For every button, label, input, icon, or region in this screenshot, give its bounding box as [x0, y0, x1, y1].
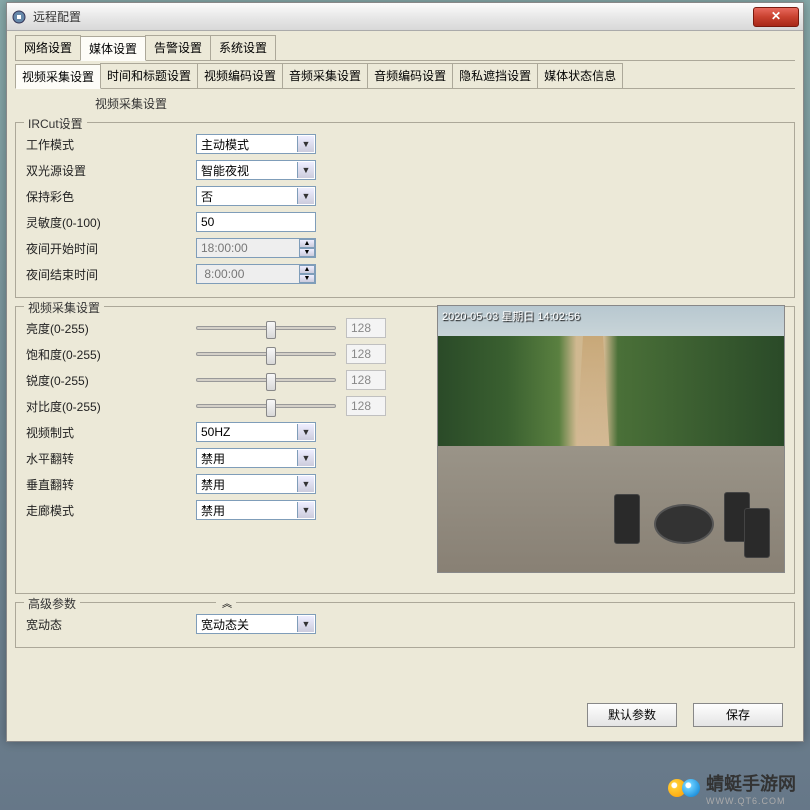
- collapse-toggle-icon[interactable]: ︽: [216, 595, 236, 610]
- contrast-slider[interactable]: [196, 404, 336, 408]
- sensitivity-input[interactable]: [196, 212, 316, 232]
- sub-tabs: 视频采集设置 时间和标题设置 视频编码设置 音频采集设置 音频编码设置 隐私遮挡…: [15, 63, 795, 89]
- ircut-group: IRCut设置 工作模式 双光源设置 保持彩色 灵敏度(0-100) 夜间开始时…: [15, 122, 795, 298]
- night-start-label: 夜间开始时间: [26, 240, 196, 257]
- dual-light-label: 双光源设置: [26, 162, 196, 179]
- advanced-group-title: 高级参数: [24, 595, 80, 612]
- saturation-value: [346, 344, 386, 364]
- hflip-label: 水平翻转: [26, 450, 196, 467]
- titlebar: 远程配置 ✕: [7, 3, 803, 31]
- corridor-label: 走廊模式: [26, 502, 196, 519]
- standard-label: 视频制式: [26, 424, 196, 441]
- saturation-slider[interactable]: [196, 352, 336, 356]
- night-end-input[interactable]: [196, 264, 316, 284]
- tab-media[interactable]: 媒体设置: [80, 36, 146, 61]
- corridor-select[interactable]: [196, 500, 316, 520]
- brightness-slider[interactable]: [196, 326, 336, 330]
- capture-group-title: 视频采集设置: [24, 299, 104, 316]
- subtab-audio-encode[interactable]: 音频编码设置: [367, 63, 453, 88]
- page-subtitle: 视频采集设置: [15, 89, 795, 118]
- config-window: 远程配置 ✕ 网络设置 媒体设置 告警设置 系统设置 视频采集设置 时间和标题设…: [6, 2, 804, 742]
- night-end-label: 夜间结束时间: [26, 266, 196, 283]
- sharpness-value: [346, 370, 386, 390]
- vflip-select[interactable]: [196, 474, 316, 494]
- subtab-video-encode[interactable]: 视频编码设置: [197, 63, 283, 88]
- watermark-logo-icon: [668, 779, 700, 797]
- close-button[interactable]: ✕: [753, 7, 799, 27]
- work-mode-select[interactable]: [196, 134, 316, 154]
- preview-osd-text: 2020-05-03 星期日 14:02:56: [442, 308, 580, 324]
- save-button[interactable]: 保存: [693, 703, 783, 727]
- subtab-audio-capture[interactable]: 音频采集设置: [282, 63, 368, 88]
- dual-light-select[interactable]: [196, 160, 316, 180]
- wdr-select[interactable]: [196, 614, 316, 634]
- vflip-label: 垂直翻转: [26, 476, 196, 493]
- spinner-icon[interactable]: ▲▼: [299, 239, 315, 257]
- spinner-icon[interactable]: ▲▼: [299, 265, 315, 283]
- video-preview: 2020-05-03 星期日 14:02:56: [437, 305, 785, 573]
- hflip-select[interactable]: [196, 448, 316, 468]
- standard-select[interactable]: [196, 422, 316, 442]
- work-mode-label: 工作模式: [26, 136, 196, 153]
- brightness-value: [346, 318, 386, 338]
- tab-network[interactable]: 网络设置: [15, 35, 81, 60]
- night-start-input[interactable]: [196, 238, 316, 258]
- subtab-privacy-mask[interactable]: 隐私遮挡设置: [452, 63, 538, 88]
- saturation-label: 饱和度(0-255): [26, 346, 196, 363]
- keep-color-select[interactable]: [196, 186, 316, 206]
- subtab-video-capture[interactable]: 视频采集设置: [15, 64, 101, 89]
- brightness-label: 亮度(0-255): [26, 320, 196, 337]
- sharpness-slider[interactable]: [196, 378, 336, 382]
- watermark: 蜻蜓手游网 WWW.QT6.COM: [668, 770, 796, 806]
- window-title: 远程配置: [33, 8, 753, 25]
- contrast-label: 对比度(0-255): [26, 398, 196, 415]
- main-tabs: 网络设置 媒体设置 告警设置 系统设置: [15, 35, 795, 61]
- wdr-label: 宽动态: [26, 616, 196, 633]
- watermark-sub: WWW.QT6.COM: [706, 796, 796, 806]
- app-icon: [11, 9, 27, 25]
- subtab-media-status[interactable]: 媒体状态信息: [537, 63, 623, 88]
- tab-system[interactable]: 系统设置: [210, 35, 276, 60]
- footer-buttons: 默认参数 保存: [587, 703, 783, 727]
- subtab-time-title[interactable]: 时间和标题设置: [100, 63, 198, 88]
- contrast-value: [346, 396, 386, 416]
- defaults-button[interactable]: 默认参数: [587, 703, 677, 727]
- sharpness-label: 锐度(0-255): [26, 372, 196, 389]
- advanced-group: 高级参数 ︽ 宽动态: [15, 602, 795, 648]
- sensitivity-label: 灵敏度(0-100): [26, 214, 196, 231]
- keep-color-label: 保持彩色: [26, 188, 196, 205]
- tab-alarm[interactable]: 告警设置: [145, 35, 211, 60]
- ircut-group-title: IRCut设置: [24, 115, 87, 132]
- watermark-text: 蜻蜓手游网: [706, 770, 796, 796]
